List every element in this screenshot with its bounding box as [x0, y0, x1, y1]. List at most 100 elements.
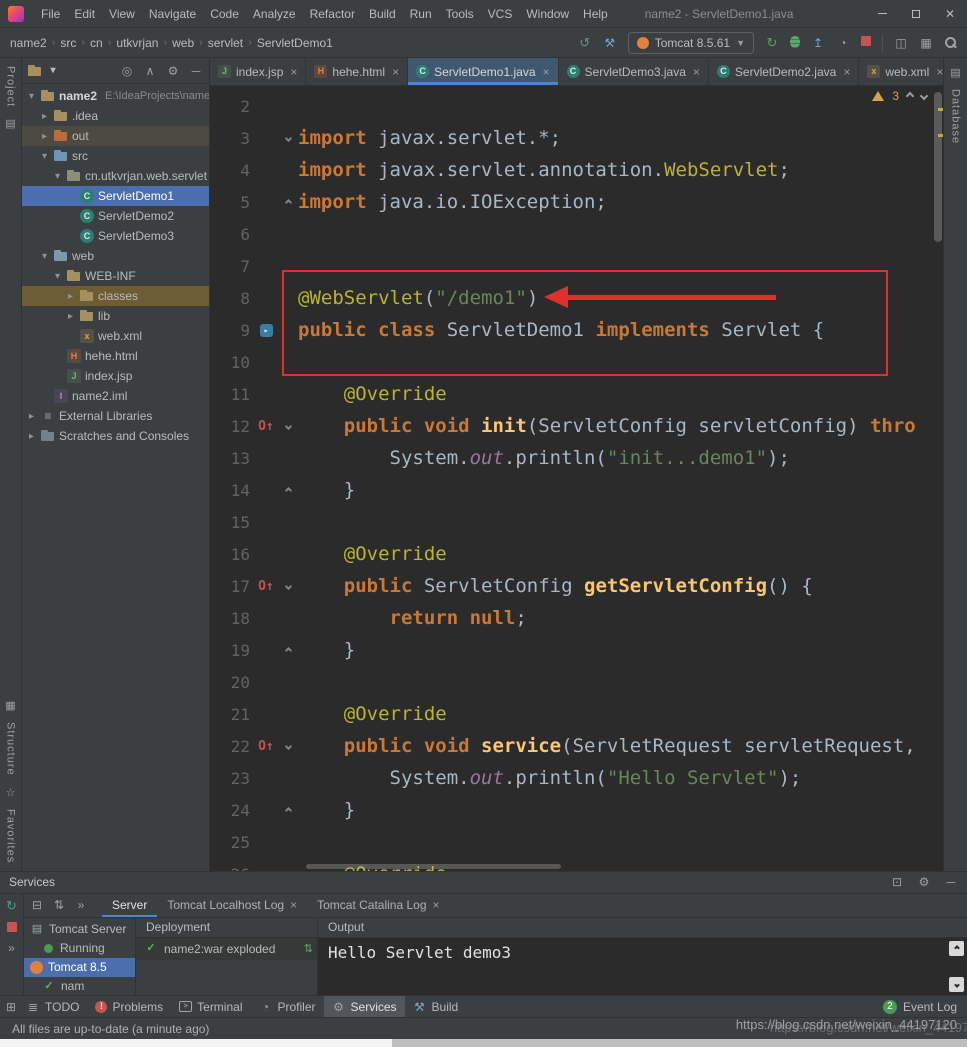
- breadcrumb-item-cn[interactable]: cn: [90, 36, 103, 50]
- chevron-right-icon[interactable]: ▸: [65, 311, 76, 322]
- run-icon[interactable]: ↻: [765, 36, 779, 50]
- fold-start-icon[interactable]: [284, 422, 291, 429]
- profiler-icon[interactable]: ◔: [836, 36, 850, 50]
- close-icon[interactable]: ×: [392, 65, 399, 79]
- code-line-25[interactable]: 25: [210, 826, 943, 858]
- tree-item-cn-utkvrjan-web-servlet[interactable]: ▾cn.utkvrjan.web.servlet: [22, 166, 209, 186]
- overriding-method-icon[interactable]: O↑: [258, 579, 274, 594]
- code-line-7[interactable]: 7: [210, 250, 943, 282]
- tab-servletdemo1-java[interactable]: CServletDemo1.java×: [408, 58, 558, 85]
- tool-button-terminal[interactable]: >Terminal: [171, 996, 250, 1018]
- search-icon[interactable]: [944, 36, 957, 49]
- tree-item-servletdemo2[interactable]: CServletDemo2: [22, 206, 209, 226]
- maximize-button[interactable]: [899, 0, 933, 28]
- menu-navigate[interactable]: Navigate: [142, 0, 203, 28]
- line-number[interactable]: 5: [210, 193, 254, 212]
- fold-start-icon[interactable]: [284, 742, 291, 749]
- line-number[interactable]: 23: [210, 769, 254, 788]
- horizontal-scrollbar[interactable]: [306, 864, 561, 869]
- tree-item-web-inf[interactable]: ▾WEB-INF: [22, 266, 209, 286]
- line-number[interactable]: 18: [210, 609, 254, 628]
- line-number[interactable]: 16: [210, 545, 254, 564]
- code-line-14[interactable]: 14 }: [210, 474, 943, 506]
- tree-item-idea[interactable]: ▸.idea: [22, 106, 209, 126]
- run-class-icon[interactable]: ▸: [260, 324, 273, 337]
- scroll-icon[interactable]: ⇅: [52, 898, 66, 912]
- warning-stripe-mark[interactable]: [938, 134, 943, 137]
- fold-end-icon[interactable]: [284, 646, 291, 653]
- line-number[interactable]: 2: [210, 97, 254, 116]
- code-line-23[interactable]: 23 System.out.println("Hello Servlet");: [210, 762, 943, 794]
- close-icon[interactable]: ×: [433, 898, 440, 912]
- menu-build[interactable]: Build: [362, 0, 403, 28]
- code-line-19[interactable]: 19 }: [210, 634, 943, 666]
- scroll-down-button[interactable]: [949, 977, 964, 992]
- code-line-13[interactable]: 13 System.out.println("init...demo1");: [210, 442, 943, 474]
- inspection-widget[interactable]: 3: [872, 89, 927, 103]
- close-icon[interactable]: ×: [290, 898, 297, 912]
- service-item-running[interactable]: Running: [24, 939, 135, 958]
- close-icon[interactable]: ×: [543, 65, 550, 79]
- console-output[interactable]: Hello Servlet demo3: [318, 938, 967, 995]
- more-icon[interactable]: »: [74, 898, 88, 912]
- service-item-tomcat-8-5[interactable]: Tomcat 8.5: [24, 958, 135, 977]
- breadcrumb-item-servlet[interactable]: servlet: [208, 36, 243, 50]
- line-number[interactable]: 19: [210, 641, 254, 660]
- code-line-12[interactable]: 12O↑ public void init(ServletConfig serv…: [210, 410, 943, 442]
- tool-button-project[interactable]: Project: [5, 66, 17, 107]
- hide-icon[interactable]: ─: [944, 875, 958, 889]
- collapse-icon[interactable]: ∧: [143, 64, 157, 78]
- tree-item-web-xml[interactable]: xweb.xml: [22, 326, 209, 346]
- tool-button-favorites[interactable]: Favorites: [5, 809, 17, 863]
- close-icon[interactable]: ×: [693, 65, 700, 79]
- hide-icon[interactable]: ─: [189, 64, 203, 78]
- hide-tool-windows-icon[interactable]: ⊞: [4, 1000, 18, 1014]
- debug-icon[interactable]: [790, 36, 800, 48]
- services-tab-server[interactable]: Server: [102, 893, 157, 917]
- tool-button-database[interactable]: Database: [950, 89, 962, 144]
- float-icon[interactable]: ⊡: [890, 875, 904, 889]
- line-number[interactable]: 8: [210, 289, 254, 308]
- tree-item-out[interactable]: ▸out: [22, 126, 209, 146]
- tree-item-web[interactable]: ▾web: [22, 246, 209, 266]
- code-line-4[interactable]: 4import javax.servlet.annotation.WebServ…: [210, 154, 943, 186]
- code-line-17[interactable]: 17O↑ public ServletConfig getServletConf…: [210, 570, 943, 602]
- breadcrumb-item-servletdemo1[interactable]: ServletDemo1: [257, 36, 333, 50]
- line-number[interactable]: 24: [210, 801, 254, 820]
- code-line-3[interactable]: 3import javax.servlet.*;: [210, 122, 943, 154]
- chevron-down-icon[interactable]: ▾: [52, 171, 63, 182]
- tool-button-todo[interactable]: ≣TODO: [18, 996, 87, 1018]
- chevron-right-icon[interactable]: ▸: [39, 131, 50, 142]
- run-configuration-select[interactable]: Tomcat 8.5.61 ▼: [628, 32, 754, 54]
- menu-view[interactable]: View: [102, 0, 142, 28]
- hammer-icon[interactable]: ⚒: [603, 36, 617, 50]
- line-number[interactable]: 22: [210, 737, 254, 756]
- menu-refactor[interactable]: Refactor: [303, 0, 362, 28]
- chevron-down-icon[interactable]: ▾: [39, 151, 50, 162]
- settings-icon[interactable]: ⚙: [917, 875, 931, 889]
- tree-item-hehe-html[interactable]: Hhehe.html: [22, 346, 209, 366]
- tree-item-external-libraries[interactable]: ▸≡External Libraries: [22, 406, 209, 426]
- tab-hehe-html[interactable]: Hhehe.html×: [306, 58, 408, 85]
- menu-run[interactable]: Run: [403, 0, 439, 28]
- line-number[interactable]: 14: [210, 481, 254, 500]
- tree-item-servletdemo3[interactable]: CServletDemo3: [22, 226, 209, 246]
- menu-help[interactable]: Help: [576, 0, 615, 28]
- fold-start-icon[interactable]: [284, 134, 291, 141]
- tab-servletdemo2-java[interactable]: CServletDemo2.java×: [709, 58, 859, 85]
- line-number[interactable]: 10: [210, 353, 254, 372]
- menu-vcs[interactable]: VCS: [481, 0, 520, 28]
- editor[interactable]: 2 3import javax.servlet.*;4import javax.s…: [210, 86, 943, 871]
- more-icon[interactable]: »: [5, 941, 19, 955]
- line-number[interactable]: 4: [210, 161, 254, 180]
- code-line-6[interactable]: 6: [210, 218, 943, 250]
- code-line-11[interactable]: 11 @Override: [210, 378, 943, 410]
- next-warning-icon[interactable]: [920, 92, 928, 100]
- overriding-method-icon[interactable]: O↑: [258, 419, 274, 434]
- fold-end-icon[interactable]: [284, 198, 291, 205]
- tool-button-services[interactable]: ⚙Services: [324, 996, 405, 1018]
- chevron-right-icon[interactable]: ▸: [26, 431, 37, 442]
- fold-start-icon[interactable]: [284, 582, 291, 589]
- event-log-button[interactable]: 2 Event Log: [883, 1000, 963, 1014]
- tool-button-structure[interactable]: Structure: [5, 722, 17, 776]
